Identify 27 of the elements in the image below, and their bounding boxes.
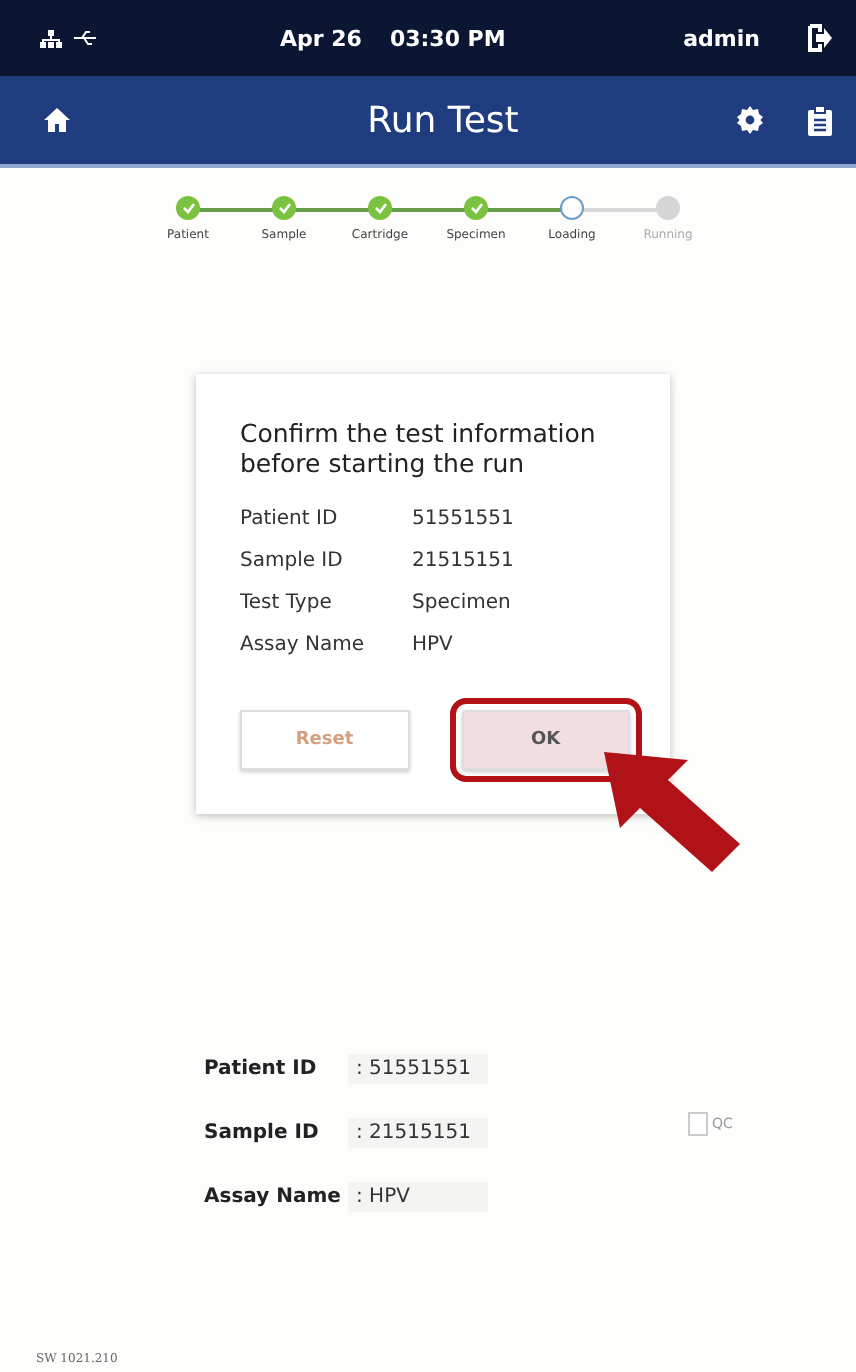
info-label: Sample ID xyxy=(204,1121,321,1143)
field-label: Test Type xyxy=(240,592,334,614)
home-icon[interactable] xyxy=(44,108,70,132)
field-value: Specimen xyxy=(412,592,511,614)
field-value: 21515151 xyxy=(412,550,514,572)
time: 03:30 PM xyxy=(389,25,506,51)
info-label: Patient ID xyxy=(204,1057,319,1079)
user-name: admin xyxy=(683,25,760,51)
field-label: Patient ID xyxy=(240,508,340,530)
date: Apr 26 xyxy=(280,25,362,51)
info-value: : 51551551 xyxy=(348,1053,488,1083)
dialog-title: Confirm the test information before starting the run xyxy=(240,418,598,478)
settings-icon[interactable] xyxy=(736,106,764,134)
field-label: Sample ID xyxy=(240,550,345,572)
logout-icon[interactable] xyxy=(808,24,832,52)
field-value: HPV xyxy=(412,634,453,656)
info-value: : 21515151 xyxy=(348,1117,488,1147)
info-value: : HPV xyxy=(348,1181,488,1211)
qc-checkbox[interactable] xyxy=(688,1112,708,1136)
field-label: Assay Name xyxy=(240,634,366,656)
network-icon xyxy=(40,29,62,47)
pointer-arrow xyxy=(600,748,744,872)
usb-icon xyxy=(74,29,98,45)
clipboard-icon[interactable] xyxy=(808,105,832,135)
field-value: 51551551 xyxy=(412,508,514,530)
page-title: Run Test xyxy=(365,99,521,141)
info-label: Assay Name xyxy=(204,1185,343,1207)
